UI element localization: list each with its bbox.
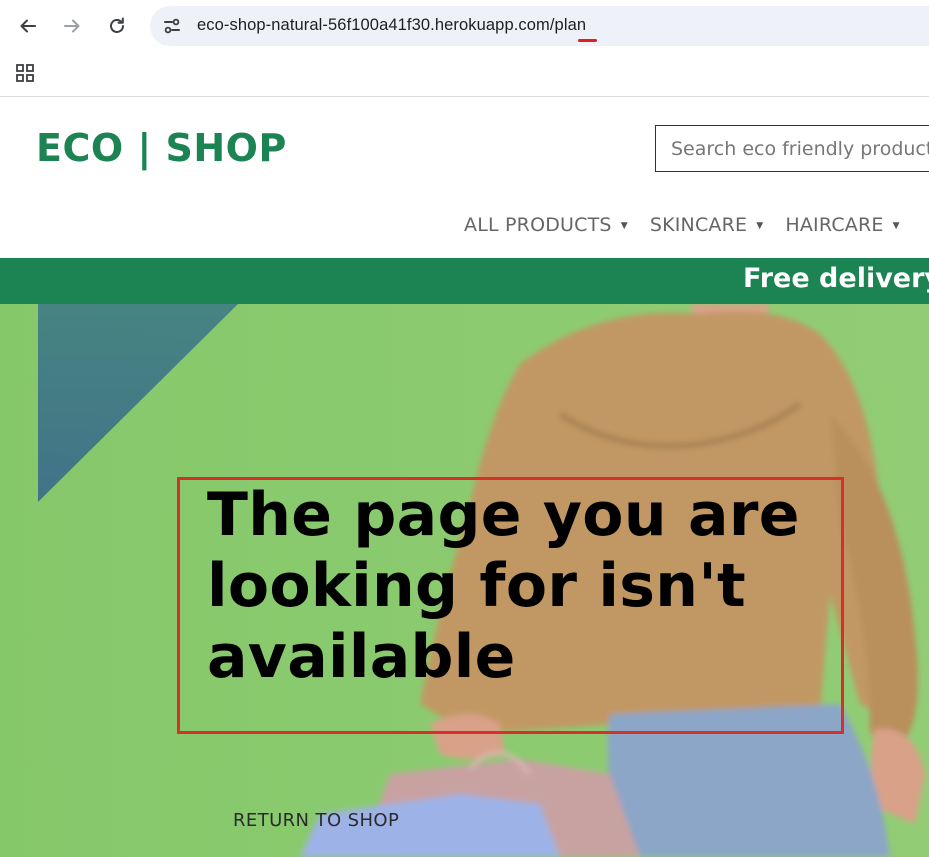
site-info-button[interactable] xyxy=(160,14,184,38)
promo-text: Free delivery xyxy=(743,263,929,294)
hero-section: The page you are looking for isn't avail… xyxy=(0,304,929,857)
back-arrow-icon xyxy=(20,19,36,33)
promo-banner: Free delivery xyxy=(0,258,929,304)
site-header: ECO | SHOP ALL PRODUCTS ▼ SKINCARE ▼ HAI… xyxy=(0,98,929,258)
search-input[interactable] xyxy=(656,126,929,171)
caret-down-icon: ▼ xyxy=(892,221,900,231)
apps-grid-icon xyxy=(16,64,34,82)
apps-button[interactable] xyxy=(14,62,36,84)
search-box[interactable] xyxy=(655,125,929,172)
address-bar[interactable]: eco-shop-natural-56f100a41f30.herokuapp.… xyxy=(150,6,929,46)
nav-item-skincare[interactable]: SKINCARE ▼ xyxy=(650,214,764,236)
nav-item-label: HAIRCARE xyxy=(785,214,884,236)
forward-arrow-icon xyxy=(64,19,80,33)
back-button[interactable] xyxy=(13,11,43,41)
site-info-icon xyxy=(164,18,180,34)
reload-icon xyxy=(110,17,124,33)
return-to-shop-link[interactable]: RETURN TO SHOP xyxy=(233,810,399,831)
caret-down-icon: ▼ xyxy=(620,221,628,231)
nav-item-label: ALL PRODUCTS xyxy=(464,214,612,236)
bookmarks-bar xyxy=(0,52,929,97)
site-logo[interactable]: ECO | SHOP xyxy=(36,126,287,170)
nav-item-all-products[interactable]: ALL PRODUCTS ▼ xyxy=(464,214,628,236)
error-heading: The page you are looking for isn't avail… xyxy=(207,480,800,692)
nav-item-haircare[interactable]: HAIRCARE ▼ xyxy=(785,214,899,236)
url-text[interactable]: eco-shop-natural-56f100a41f30.herokuapp.… xyxy=(197,16,586,35)
caret-down-icon: ▼ xyxy=(756,221,764,231)
main-nav: ALL PRODUCTS ▼ SKINCARE ▼ HAIRCARE ▼ xyxy=(464,210,922,240)
forward-button[interactable] xyxy=(57,11,87,41)
reload-button[interactable] xyxy=(102,11,132,41)
browser-toolbar: eco-shop-natural-56f100a41f30.herokuapp.… xyxy=(0,0,929,52)
nav-item-label: SKINCARE xyxy=(649,214,748,236)
spellcheck-underline xyxy=(578,39,597,42)
